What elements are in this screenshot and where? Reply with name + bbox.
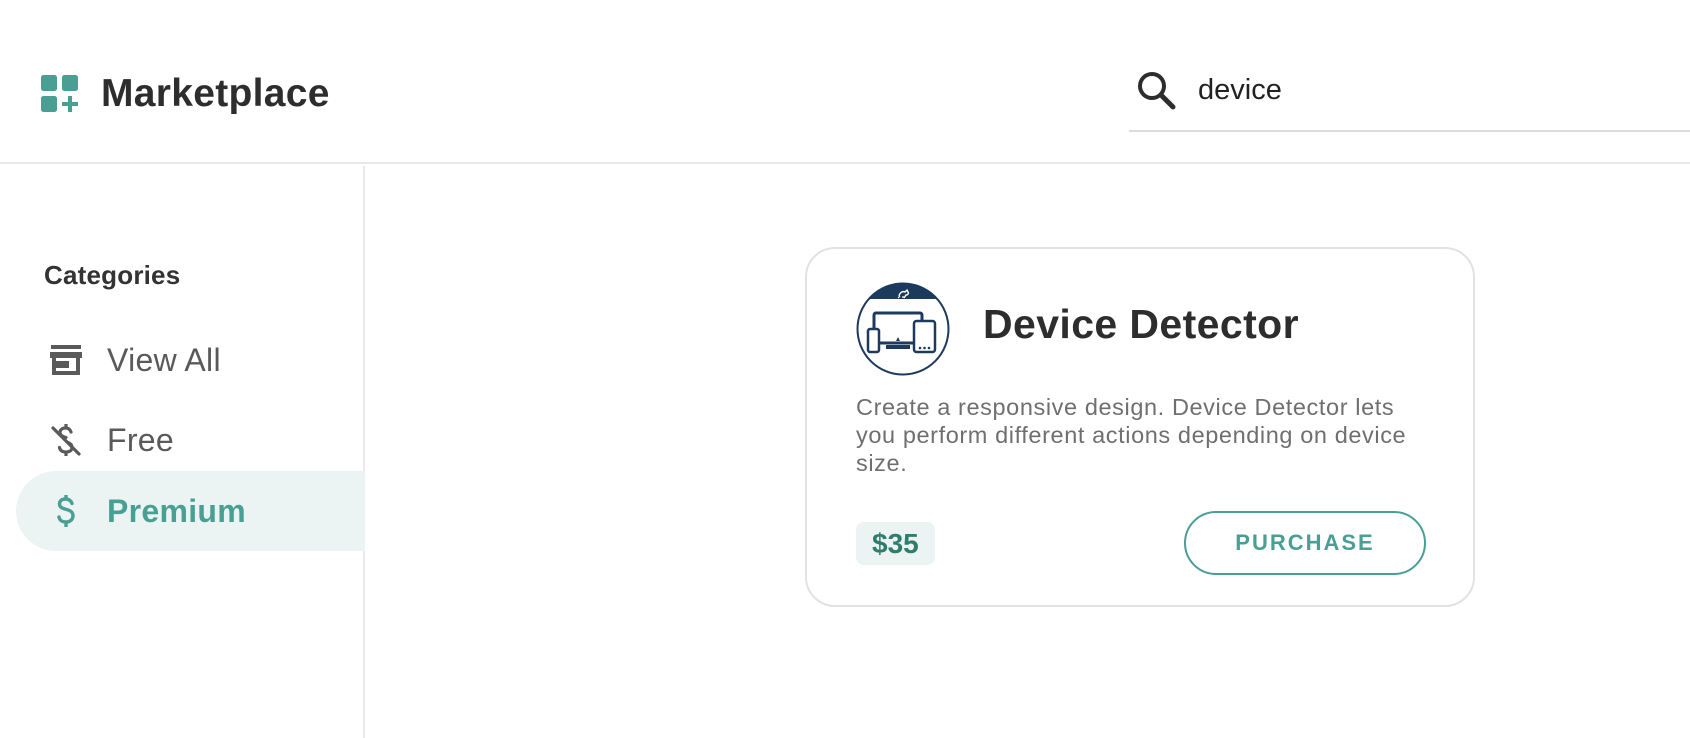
money-off-icon <box>51 424 81 456</box>
categories-heading: Categories <box>44 260 181 290</box>
brand: Marketplace <box>41 72 330 116</box>
store-icon <box>50 345 82 375</box>
sidebar: Categories View All Free Premium <box>0 166 365 738</box>
purchase-button[interactable]: PURCHASE <box>1184 511 1426 575</box>
price-badge: $35 <box>856 522 935 565</box>
app-title: Marketplace <box>101 72 330 115</box>
sidebar-item-label: Premium <box>107 492 247 529</box>
product-card: Device Detector Create a responsive desi… <box>805 247 1475 607</box>
sidebar-item-label: Free <box>107 421 174 458</box>
search-icon[interactable] <box>1134 68 1178 112</box>
dollar-icon <box>57 495 75 527</box>
sidebar-item-label: View All <box>107 341 221 378</box>
sidebar-item-free[interactable]: Free <box>16 400 365 480</box>
sidebar-item-premium[interactable]: Premium <box>16 471 365 551</box>
product-description: Create a responsive design. Device Detec… <box>856 394 1407 476</box>
search-bar <box>1129 56 1690 132</box>
sidebar-item-view-all[interactable]: View All <box>16 320 365 400</box>
search-input[interactable] <box>1198 70 1668 110</box>
product-title: Device Detector <box>983 301 1299 347</box>
top-bar: Marketplace <box>0 0 1690 164</box>
apps-add-icon <box>41 75 78 112</box>
device-detector-logo <box>856 282 950 376</box>
